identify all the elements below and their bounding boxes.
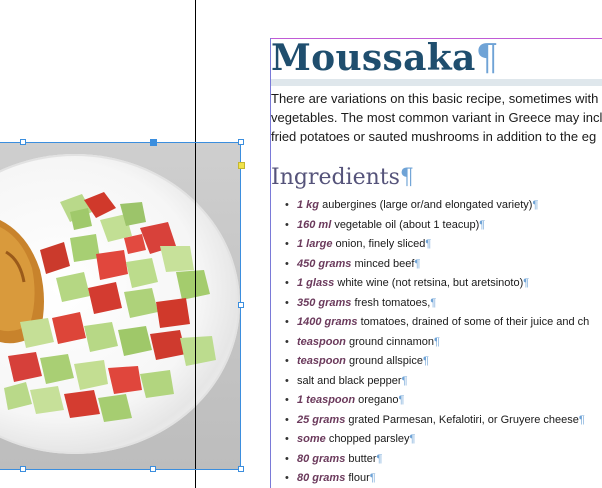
intro-line: There are variations on this basic recip… [271, 91, 599, 106]
list-item[interactable]: 1 glass white wine (not retsina, but are… [271, 274, 589, 294]
ingredient-quantity: 160 ml [297, 218, 332, 231]
pilcrow-mark: ¶ [479, 218, 486, 231]
resize-handle-bottom-middle[interactable] [150, 466, 156, 472]
recipe-title[interactable]: Moussaka¶ [271, 38, 499, 79]
intro-paragraph[interactable]: There are variations on this basic recip… [271, 89, 602, 146]
title-underline [271, 79, 602, 86]
ingredient-text: salt and black pepper [297, 374, 402, 387]
pilcrow-mark: ¶ [399, 165, 414, 190]
ingredient-text: fresh tomatoes, [354, 296, 431, 309]
pilcrow-mark: ¶ [369, 472, 376, 484]
ingredient-text: oregano [358, 394, 399, 406]
pilcrow-mark: ¶ [578, 413, 585, 426]
ingredient-quantity: 25 grams [297, 413, 346, 426]
list-item[interactable]: 1 kg aubergines (large or/and elongated … [271, 196, 589, 216]
ingredient-quantity: teaspoon [297, 355, 346, 367]
text-wrap-port[interactable] [238, 162, 245, 169]
list-item[interactable]: 450 grams minced beef¶ [271, 255, 589, 275]
pilcrow-mark: ¶ [422, 355, 429, 367]
intro-line: fried potatoes or sauted mushrooms in ad… [271, 129, 597, 144]
pilcrow-mark: ¶ [398, 394, 405, 406]
list-item[interactable]: 160 ml vegetable oil (about 1 teacup)¶ [271, 216, 589, 236]
list-item[interactable]: 80 grams flour¶ [271, 469, 589, 488]
ingredient-quantity: some [297, 433, 326, 445]
pilcrow-mark: ¶ [475, 38, 499, 79]
list-item[interactable]: salt and black pepper¶ [271, 372, 589, 392]
intro-line: vegetables. The most common variant in G… [271, 110, 602, 125]
ingredient-text: grated Parmesan, Kefalotiri, or Gruyere … [348, 413, 579, 426]
ingredient-text: onion, finely sliced [335, 238, 426, 250]
list-item[interactable]: teaspoon ground cinnamon¶ [271, 333, 589, 353]
ingredient-text: ground allspice [348, 355, 423, 367]
pilcrow-mark: ¶ [401, 374, 408, 387]
list-item[interactable]: 1400 grams tomatoes, drained of some of … [271, 313, 589, 333]
list-item[interactable]: some chopped parsley¶ [271, 430, 589, 450]
layout-canvas[interactable]: Moussaka¶ There are variations on this b… [0, 0, 602, 488]
pilcrow-mark: ¶ [433, 335, 440, 348]
ingredient-text: flour [348, 472, 370, 484]
list-item[interactable]: teaspoon ground allspice¶ [271, 352, 589, 372]
ingredient-text: white wine (not retsina, but aretsinoto) [337, 277, 524, 289]
ingredient-text: tomatoes, drained of some of their juice… [360, 316, 590, 328]
pilcrow-mark: ¶ [532, 199, 539, 211]
list-item[interactable]: 1 teaspoon oregano¶ [271, 391, 589, 411]
ingredient-quantity: 1 glass [297, 277, 335, 289]
ingredient-quantity: 1 kg [297, 199, 320, 211]
ingredient-quantity: 1 large [297, 238, 333, 250]
pilcrow-mark: ¶ [425, 238, 432, 250]
ingredients-list[interactable]: 1 kg aubergines (large or/and elongated … [271, 196, 589, 488]
ingredient-text: chopped parsley [328, 433, 410, 445]
recipe-text-frame[interactable]: Moussaka¶ There are variations on this b… [271, 38, 602, 488]
ingredient-text: butter [348, 452, 377, 465]
ingredient-quantity: 450 grams [297, 257, 352, 270]
ingredient-text: aubergines (large or/and elongated varie… [322, 199, 533, 211]
ingredient-quantity: 350 grams [297, 296, 352, 309]
pilcrow-mark: ¶ [409, 433, 416, 445]
ingredient-quantity: 80 grams [297, 472, 346, 484]
pilcrow-mark: ¶ [414, 257, 421, 270]
ingredient-quantity: 1 teaspoon [297, 394, 356, 406]
list-item[interactable]: 350 grams fresh tomatoes,¶ [271, 294, 589, 314]
list-item[interactable]: 1 large onion, finely sliced¶ [271, 235, 589, 255]
ingredient-text: ground cinnamon [348, 335, 434, 348]
center-point-handle[interactable] [150, 139, 157, 146]
list-item[interactable]: 80 grams butter¶ [271, 450, 589, 470]
list-item[interactable]: 25 grams grated Parmesan, Kefalotiri, or… [271, 411, 589, 431]
pilcrow-mark: ¶ [376, 452, 383, 465]
image-selection-border [0, 142, 241, 470]
resize-handle-bottom-left[interactable] [20, 466, 26, 472]
pilcrow-mark: ¶ [430, 296, 437, 309]
ingredient-quantity: 1400 grams [297, 316, 358, 328]
ingredient-quantity: teaspoon [297, 335, 346, 348]
resize-handle-top-left[interactable] [20, 139, 26, 145]
pilcrow-mark: ¶ [523, 277, 530, 289]
resize-handle-top-right[interactable] [238, 139, 244, 145]
ingredient-text: minced beef [354, 257, 415, 270]
resize-handle-bottom-right[interactable] [238, 466, 244, 472]
ingredients-heading[interactable]: Ingredients¶ [271, 164, 414, 192]
ingredient-quantity: 80 grams [297, 452, 346, 465]
ingredient-text: vegetable oil (about 1 teacup) [334, 218, 480, 231]
resize-handle-right-middle[interactable] [238, 302, 244, 308]
